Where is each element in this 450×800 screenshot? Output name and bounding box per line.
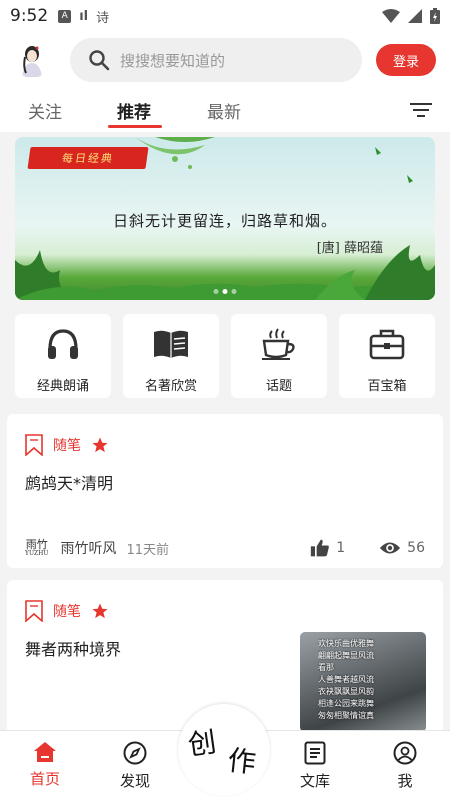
feed-tabs: 关注 推荐 最新 [0, 88, 450, 132]
pagination-dot [231, 289, 237, 294]
bookmark-icon[interactable] [25, 434, 43, 456]
tab-recommend[interactable]: 推荐 [117, 98, 151, 123]
category-label: 百宝箱 [367, 379, 407, 394]
search-bar[interactable]: 搜搜想要知道的 [70, 38, 362, 82]
category-label: 话题 [265, 379, 292, 394]
login-button[interactable]: 登录 [376, 44, 436, 76]
category-label: 名著欣赏 [144, 379, 197, 394]
nav-label: 文库 [299, 772, 330, 790]
book-icon [154, 330, 188, 358]
active-tab-indicator [108, 125, 162, 128]
nav-home[interactable]: 首页 [15, 741, 75, 789]
thumbnail-text: 人善舞者越风流 [318, 675, 374, 684]
status-bar: 9:52 A ıl 诗 [0, 0, 450, 32]
post-card[interactable]: 随笔 鹧鸪天*清明 雨竹 YUZHU 雨竹听风 11天前 1 56 [7, 414, 443, 568]
audio-bars-icon: ıl [79, 8, 89, 24]
banner-pagination [213, 289, 237, 294]
create-button[interactable]: 创 作 [178, 704, 270, 796]
pagination-dot [213, 289, 219, 294]
search-icon [89, 50, 110, 71]
thumbnail-text: 相逢公园来跳舞 [318, 699, 374, 708]
filter-menu-icon[interactable] [410, 102, 432, 118]
thumbnail-text: 衣袂飘飘显风韵 [318, 687, 374, 696]
post-category-row: 随笔 [25, 434, 109, 456]
wifi-icon [382, 9, 400, 23]
headphones-icon [48, 329, 78, 359]
create-char: 创 [186, 725, 219, 762]
bookmark-icon[interactable] [25, 600, 43, 622]
author-logo-subtext: YUZHU [25, 550, 49, 557]
post-category: 随笔 [53, 438, 81, 454]
author-logo[interactable]: 雨竹 YUZHU [25, 539, 48, 557]
toolbox-icon [369, 329, 405, 360]
post-category: 随笔 [53, 604, 81, 620]
signal-icon [408, 9, 422, 23]
nav-library[interactable]: 文库 [285, 741, 345, 791]
post-meta: 雨竹 YUZHU 雨竹听风 11天前 1 56 [25, 538, 425, 558]
category-toolbox[interactable]: 百宝箱 [339, 314, 435, 398]
daily-classic-banner[interactable]: 每日经典 日斜无计更留连，归路草和烟。 [唐] 薛昭蕴 [15, 137, 435, 300]
post-stats: 1 56 [310, 538, 425, 558]
tab-latest[interactable]: 最新 [207, 98, 241, 123]
create-char: 作 [226, 743, 258, 780]
category-grid: 经典朗诵 名著欣赏 话题 百宝箱 [15, 314, 435, 398]
coffee-icon [262, 328, 295, 360]
thumbnail-text: 看那 [318, 663, 334, 672]
app-header: 搜搜想要知道的 登录 [0, 32, 450, 88]
thumbs-up-icon[interactable] [310, 538, 330, 558]
battery-icon [430, 8, 440, 24]
nav-label: 首页 [29, 770, 60, 788]
status-time: 9:52 [10, 6, 49, 26]
thumbnail-text: 翩翩起舞显风流 [318, 651, 374, 660]
user-icon [393, 741, 417, 765]
thumbnail-text: 匆匆相聚情谊真 [318, 711, 374, 720]
star-icon [92, 603, 108, 619]
like-count: 1 [336, 540, 346, 556]
post-time: 11天前 [126, 542, 170, 558]
author-logo-text: 雨竹 [25, 538, 48, 551]
library-icon [304, 741, 326, 765]
post-thumbnail[interactable]: 欢快乐曲优雅舞 翩翩起舞显风流 看那 人善舞者越风流 衣袂飘飘显风韵 相逢公园来… [300, 632, 426, 732]
banner-tag: 每日经典 [27, 147, 149, 169]
avatar[interactable] [14, 42, 50, 78]
nav-label: 我 [397, 772, 413, 790]
nav-discover[interactable]: 发现 [105, 741, 165, 791]
home-icon [34, 742, 56, 762]
pagination-dot-active [222, 289, 228, 294]
tab-follow[interactable]: 关注 [28, 98, 62, 123]
nav-label: 发现 [119, 772, 150, 790]
category-classic-recitation[interactable]: 经典朗诵 [15, 314, 111, 398]
thumbnail-text: 欢快乐曲优雅舞 [318, 639, 374, 648]
status-icons: A ıl 诗 [58, 7, 109, 26]
post-title[interactable]: 鹧鸪天*清明 [25, 470, 113, 494]
status-note: 诗 [96, 10, 110, 26]
compass-icon [123, 741, 147, 765]
keyboard-a-icon: A [58, 9, 72, 23]
star-icon [92, 437, 108, 453]
banner-poem: 日斜无计更留连，归路草和烟。 [112, 212, 337, 230]
avatar-illustration-icon [22, 46, 42, 77]
post-category-row: 随笔 [25, 600, 109, 622]
nav-me[interactable]: 我 [375, 741, 435, 791]
eye-icon [380, 542, 401, 554]
post-title[interactable]: 舞者两种境界 [25, 636, 121, 660]
view-count: 56 [407, 540, 425, 556]
category-masterpieces[interactable]: 名著欣赏 [123, 314, 219, 398]
category-label: 经典朗诵 [36, 379, 89, 394]
search-placeholder: 搜搜想要知道的 [120, 51, 226, 70]
author-name[interactable]: 雨竹听风 [60, 538, 116, 558]
category-topics[interactable]: 话题 [231, 314, 327, 398]
